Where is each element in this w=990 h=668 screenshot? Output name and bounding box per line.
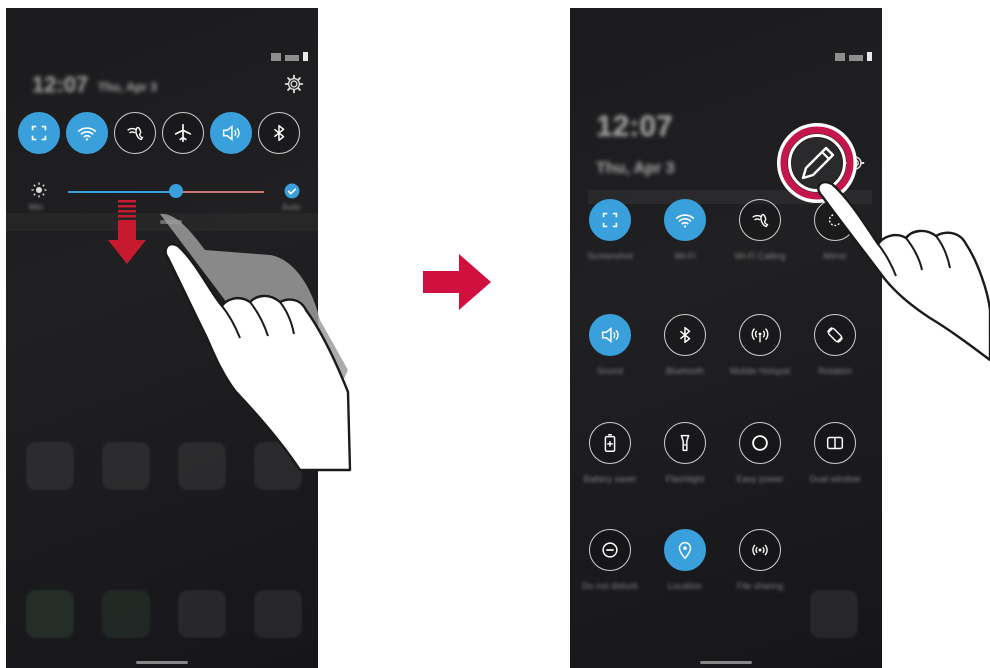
location-icon [678, 542, 692, 560]
status-bar [271, 52, 308, 61]
tile-label: Wi-Fi Calling [734, 251, 786, 261]
flashlight-icon [680, 434, 690, 452]
app-camera-icon [254, 590, 302, 638]
brightness-slider-knob[interactable] [168, 184, 183, 198]
dual-window-icon [826, 436, 844, 450]
tile-easy-power-button[interactable] [739, 422, 781, 464]
auto-brightness-label: Auto [281, 202, 301, 212]
brightness-slider-track[interactable] [68, 191, 264, 193]
wifi-icon [77, 127, 97, 141]
wifi-calling-icon [752, 213, 769, 228]
sound-icon [222, 125, 240, 141]
tile-file-sharing-button[interactable] [739, 529, 781, 571]
tile-wifi-calling-button[interactable] [114, 112, 156, 154]
hand-finger-lines [877, 235, 951, 277]
battery-icon [867, 52, 872, 61]
clock-time: 12:07 [596, 110, 673, 143]
network-icon [849, 55, 863, 61]
tile-label: Location [667, 581, 703, 591]
tile-mirror-button[interactable] [814, 199, 856, 241]
clock-time: 12:07 [32, 72, 89, 97]
app-drive-icon [102, 442, 150, 490]
app-chrome-icon [178, 590, 226, 638]
tile-label: Wi-Fi [674, 251, 696, 261]
bluetooth-icon [679, 326, 691, 344]
app-gmail-icon [26, 442, 74, 490]
home-indicator[interactable] [136, 661, 188, 664]
home-indicator[interactable] [700, 661, 752, 664]
brightness-min-label: Min [28, 202, 44, 212]
hotspot-icon [751, 328, 769, 343]
file-sharing-icon [752, 544, 768, 556]
clock-date: Thu, Apr 3 [596, 160, 675, 177]
battery-icon [303, 52, 308, 61]
tile-label: Mobile Hotspot [729, 366, 791, 376]
tile-sound-button[interactable] [589, 314, 631, 356]
tile-label: Do not disturb [581, 581, 639, 591]
do-not-disturb-icon [602, 542, 618, 558]
auto-brightness-check-icon[interactable] [283, 182, 301, 200]
tile-airplane-button[interactable] [162, 112, 204, 154]
tile-label: Bluetooth [665, 366, 705, 376]
tile-do-not-disturb-button[interactable] [589, 529, 631, 571]
app-folder-icon [254, 442, 302, 490]
tile-label: Sound [596, 366, 624, 376]
mirror-icon [828, 213, 842, 227]
easy-power-icon [752, 435, 768, 451]
capture-icon [31, 125, 47, 141]
sound-icon [601, 327, 619, 343]
tile-dual-window-button[interactable] [814, 422, 856, 464]
network-icon [285, 55, 299, 61]
app-play-store-icon [178, 442, 226, 490]
wifi-icon [675, 214, 695, 228]
tile-capture-button[interactable] [589, 199, 631, 241]
capture-icon [602, 212, 618, 228]
tile-hotspot-button[interactable] [739, 314, 781, 356]
app-phone-icon [26, 590, 74, 638]
tile-location-button[interactable] [664, 529, 706, 571]
tile-label: Screenshot [587, 251, 633, 261]
brightness-icon [31, 182, 47, 198]
tile-sound-button[interactable] [210, 112, 252, 154]
tile-bluetooth-button[interactable] [664, 314, 706, 356]
tile-label: Flashlight [665, 474, 705, 484]
tile-label: Battery saver [583, 474, 637, 484]
wifi-calling-icon [127, 126, 144, 141]
airplane-icon [174, 123, 192, 143]
signal-icon [835, 53, 845, 61]
signal-icon [271, 53, 281, 61]
status-bar [835, 52, 872, 61]
settings-gear-icon[interactable] [284, 74, 304, 94]
tile-battery-saver-button[interactable] [589, 422, 631, 464]
battery-saver-icon [604, 434, 616, 452]
settings-gear-icon[interactable] [844, 152, 866, 174]
clock-date: Thu, Apr 3 [98, 80, 157, 94]
tile-wifi-calling-button[interactable] [739, 199, 781, 241]
tile-label: Dual window [809, 474, 861, 484]
transition-arrow-icon [423, 254, 491, 310]
tile-capture-button[interactable] [18, 112, 60, 154]
tile-rotation-button[interactable] [814, 314, 856, 356]
tile-label: Rotation [818, 366, 852, 376]
tile-bluetooth-button[interactable] [258, 112, 300, 154]
panel-handle-bar[interactable] [160, 220, 182, 224]
bluetooth-icon [273, 124, 285, 142]
app-camera-icon [810, 590, 858, 638]
tile-label: File sharing [736, 581, 784, 591]
tile-wifi-button[interactable] [66, 112, 108, 154]
app-messages-icon [102, 590, 150, 638]
phone-screen-right: 12:07 Thu, Apr 3 Screenshot Wi-Fi Wi-Fi … [570, 8, 882, 668]
rotation-icon [827, 327, 843, 343]
phone-screen-left: 12:07 Thu, Apr 3 Min Auto [6, 8, 318, 668]
tile-label: Mirror [823, 251, 847, 261]
tile-wifi-button[interactable] [664, 199, 706, 241]
tile-flashlight-button[interactable] [664, 422, 706, 464]
tile-label: Easy power [736, 474, 784, 484]
